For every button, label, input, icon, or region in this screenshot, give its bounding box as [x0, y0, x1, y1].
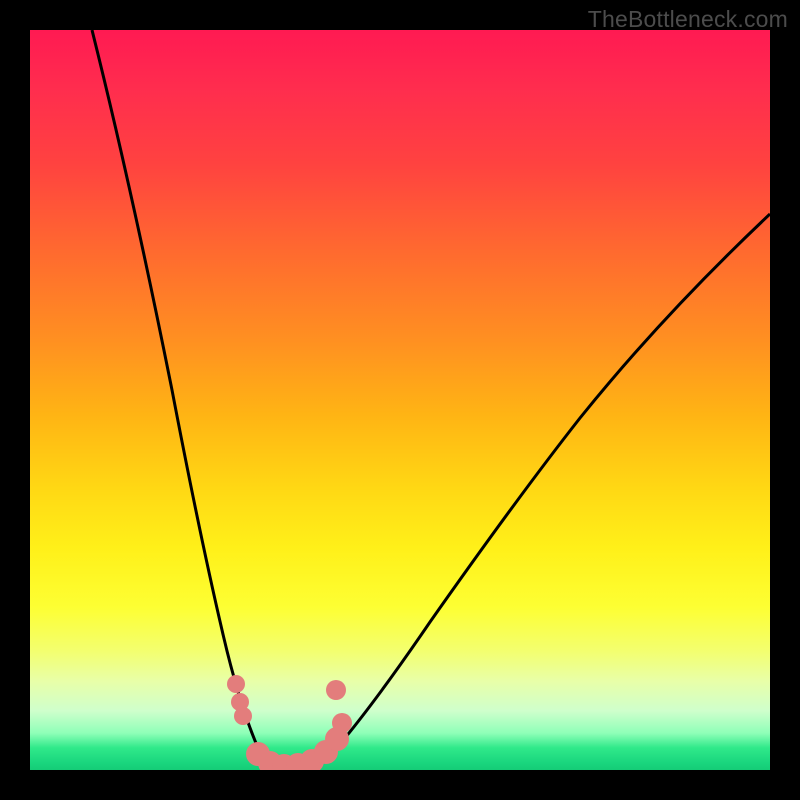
left-curve: [92, 30, 282, 769]
marker-dot: [227, 675, 245, 693]
marker-dot: [326, 680, 346, 700]
marker-dot: [332, 713, 352, 733]
curves-layer: [30, 30, 770, 770]
right-curve: [282, 214, 770, 769]
watermark-text: TheBottleneck.com: [588, 6, 788, 33]
trough-marker-group: [227, 675, 352, 770]
chart-frame: TheBottleneck.com: [0, 0, 800, 800]
plot-area: [30, 30, 770, 770]
marker-dot: [234, 707, 252, 725]
